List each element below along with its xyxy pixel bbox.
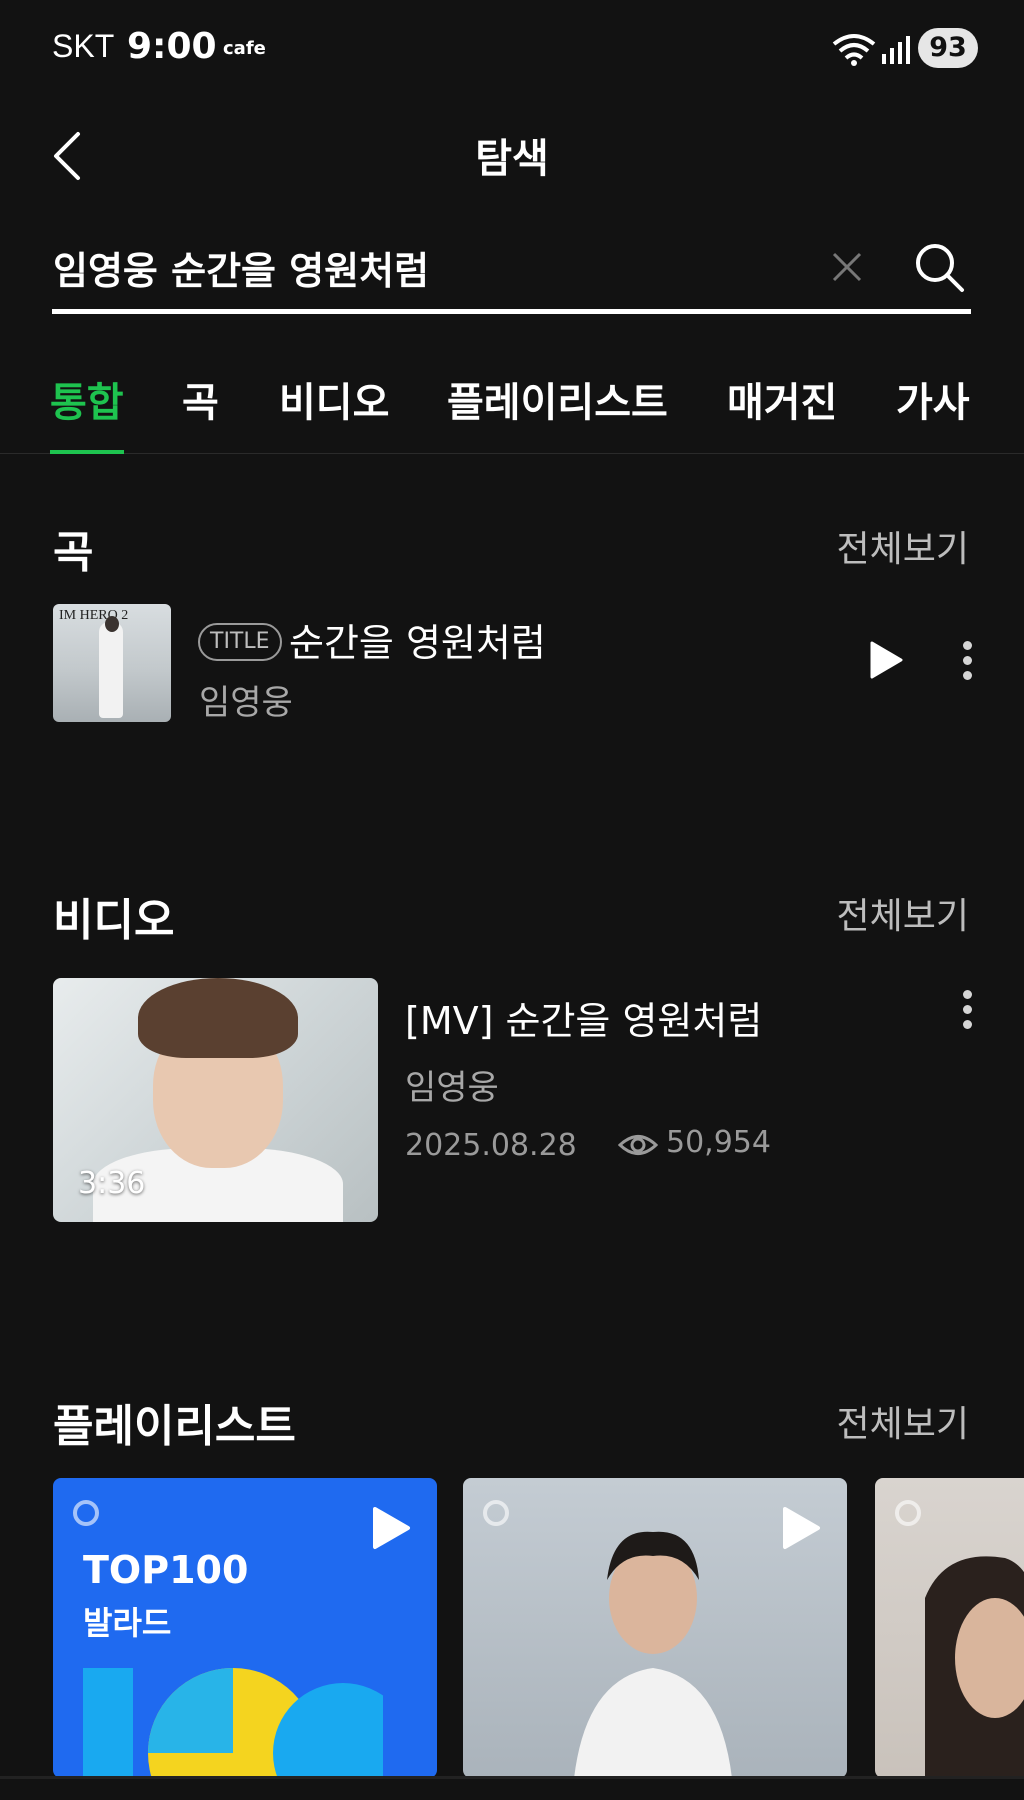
video-view-count: 50,954 xyxy=(666,1125,771,1160)
carrier-label: SKT xyxy=(52,28,115,64)
song-album-art[interactable]: IM HERO 2 xyxy=(53,604,171,722)
song-title[interactable]: 순간을 영원처럼 xyxy=(289,612,546,667)
eye-icon xyxy=(618,1135,658,1155)
playlist-play-icon[interactable] xyxy=(371,1506,411,1550)
video-title[interactable]: [MV] 순간을 영원처럼 xyxy=(405,990,762,1045)
video-thumb-hair xyxy=(138,978,298,1058)
see-all-video-link[interactable]: 전체보기 xyxy=(837,887,969,939)
video-date: 2025.08.28 xyxy=(405,1128,577,1163)
playlist-card-genre: 발라드 xyxy=(83,1604,172,1642)
video-duration: 3:36 xyxy=(78,1166,146,1201)
playlist-graphic xyxy=(83,1668,383,1778)
playlist-artist-photo xyxy=(925,1556,1024,1778)
playlist-card[interactable] xyxy=(875,1478,1024,1778)
video-more-icon[interactable] xyxy=(961,990,973,1034)
playlist-card-title: TOP100 xyxy=(83,1548,249,1592)
playlist-card[interactable] xyxy=(463,1478,847,1778)
playlist-play-icon[interactable] xyxy=(781,1506,821,1550)
video-artist[interactable]: 임영웅 xyxy=(405,1060,499,1109)
tab-video[interactable]: 비디오 xyxy=(279,370,389,428)
tab-indicator xyxy=(50,450,124,454)
playlist-card[interactable]: TOP100 발라드 xyxy=(53,1478,437,1778)
album-figure xyxy=(99,622,123,718)
see-all-songs-link[interactable]: 전체보기 xyxy=(837,520,969,572)
see-all-playlist-link[interactable]: 전체보기 xyxy=(837,1395,969,1447)
clock: 9:00 xyxy=(127,26,217,67)
playlist-logo-icon xyxy=(73,1500,99,1526)
song-more-icon[interactable] xyxy=(961,641,973,685)
section-title-video: 비디오 xyxy=(53,895,175,946)
wifi-icon xyxy=(832,34,876,66)
section-title-songs: 곡 xyxy=(53,527,94,578)
battery-indicator: 93 xyxy=(918,28,978,68)
notification-app-label: cafe xyxy=(223,38,266,59)
album-figure-head xyxy=(105,616,119,632)
song-artist[interactable]: 임영웅 xyxy=(199,675,293,724)
tab-all[interactable]: 통합 xyxy=(50,370,124,428)
search-icon[interactable] xyxy=(912,240,966,294)
play-icon[interactable] xyxy=(868,640,904,680)
page-title: 탐색 xyxy=(475,136,549,182)
title-badge: TITLE xyxy=(198,623,282,661)
tab-lyrics[interactable]: 가사 xyxy=(896,370,970,428)
tab-divider xyxy=(0,453,1024,454)
tab-magazine[interactable]: 매거진 xyxy=(727,370,837,428)
playlist-artist-photo xyxy=(574,1531,732,1778)
tab-songs[interactable]: 곡 xyxy=(182,370,219,428)
section-title-playlist: 플레이리스트 xyxy=(53,1401,296,1452)
clear-icon[interactable] xyxy=(830,250,864,284)
playlist-logo-icon xyxy=(483,1500,509,1526)
search-input[interactable]: 임영웅 순간을 영원처럼 xyxy=(53,240,429,295)
search-underline xyxy=(52,309,971,314)
playlist-logo-icon xyxy=(895,1500,921,1526)
bottom-bar xyxy=(0,1776,1024,1800)
signal-icon xyxy=(882,36,910,64)
tab-playlist[interactable]: 플레이리스트 xyxy=(447,370,668,428)
